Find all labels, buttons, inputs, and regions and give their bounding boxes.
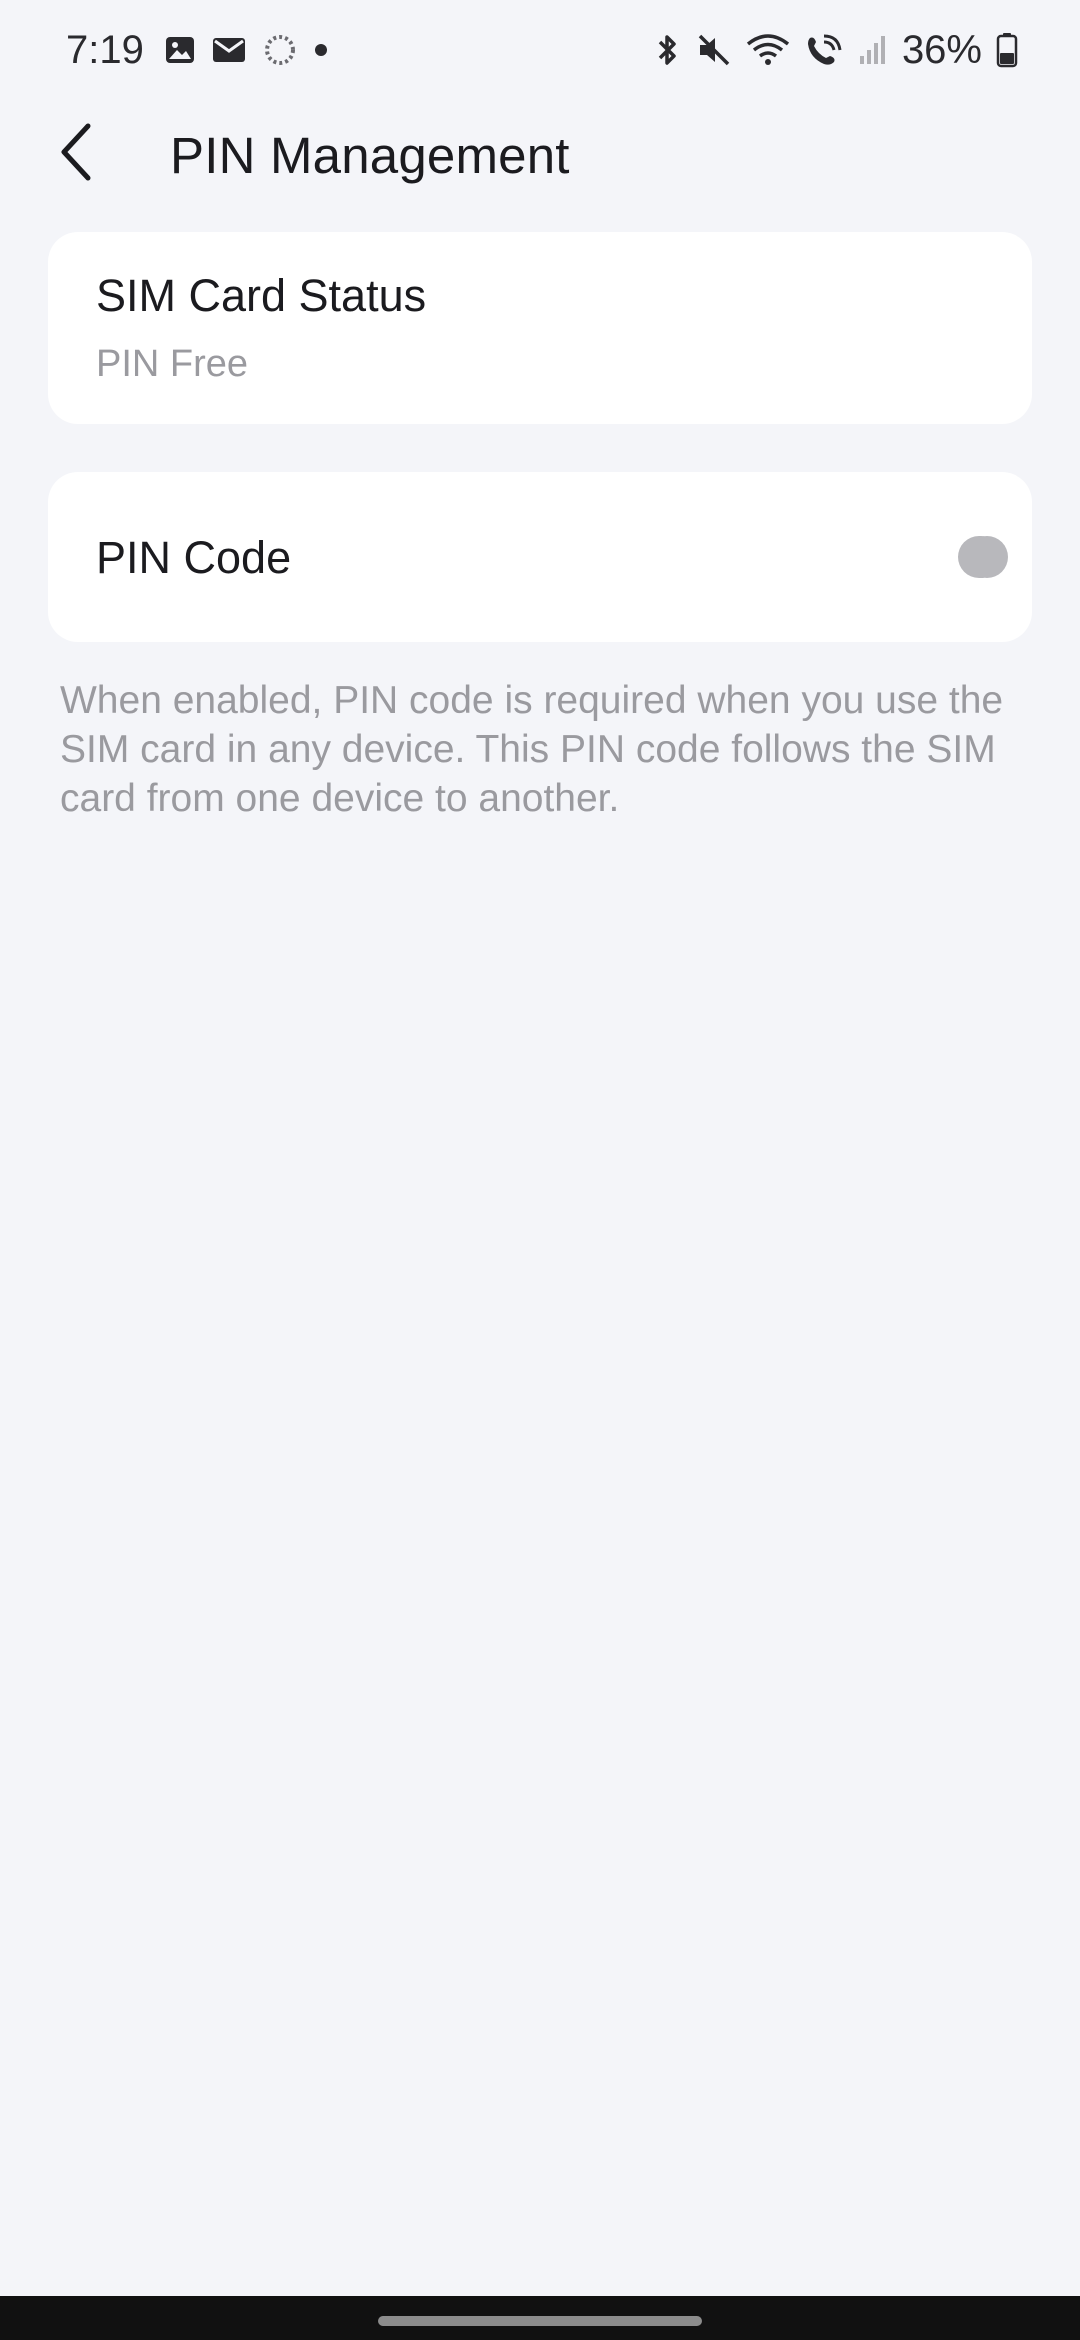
sim-card-status-value: PIN Free [96, 343, 249, 385]
sim-card-status-title: SIM Card Status [96, 270, 427, 321]
status-bar-left: 7:19 [66, 28, 344, 73]
home-handle[interactable] [378, 2316, 702, 2326]
back-button[interactable] [40, 118, 112, 190]
sim-card-status-card: SIM Card Status PIN Free [48, 232, 1032, 424]
signal-icon [858, 34, 888, 66]
pin-code-label: PIN Code [96, 532, 292, 583]
bluetooth-icon [652, 32, 682, 68]
chevron-left-icon [54, 122, 98, 187]
mail-icon [212, 36, 246, 64]
status-bar-right: 36% [638, 28, 1018, 73]
dot-icon [314, 43, 328, 57]
gallery-icon [164, 34, 196, 66]
app-header: PIN Management [0, 100, 1080, 212]
status-bar: 7:19 36% [0, 0, 1080, 100]
page-title: PIN Management [170, 127, 570, 184]
wifi-call-icon [804, 32, 844, 68]
navigation-bar [0, 2296, 1080, 2340]
pin-code-row[interactable]: PIN Code [48, 472, 1032, 642]
pin-code-description: When enabled, PIN code is required when … [60, 679, 1004, 820]
battery-percent: 36% [901, 27, 982, 72]
pin-code-toggle[interactable] [958, 536, 1008, 578]
toggle-thumb [966, 536, 1008, 578]
sync-icon [262, 32, 298, 68]
status-time: 7:19 [66, 27, 144, 72]
wifi-icon [746, 32, 790, 68]
screen: 7:19 36% PIN Management SIM Card Status … [0, 0, 1080, 2340]
mute-icon [696, 32, 732, 68]
battery-icon [996, 32, 1018, 68]
